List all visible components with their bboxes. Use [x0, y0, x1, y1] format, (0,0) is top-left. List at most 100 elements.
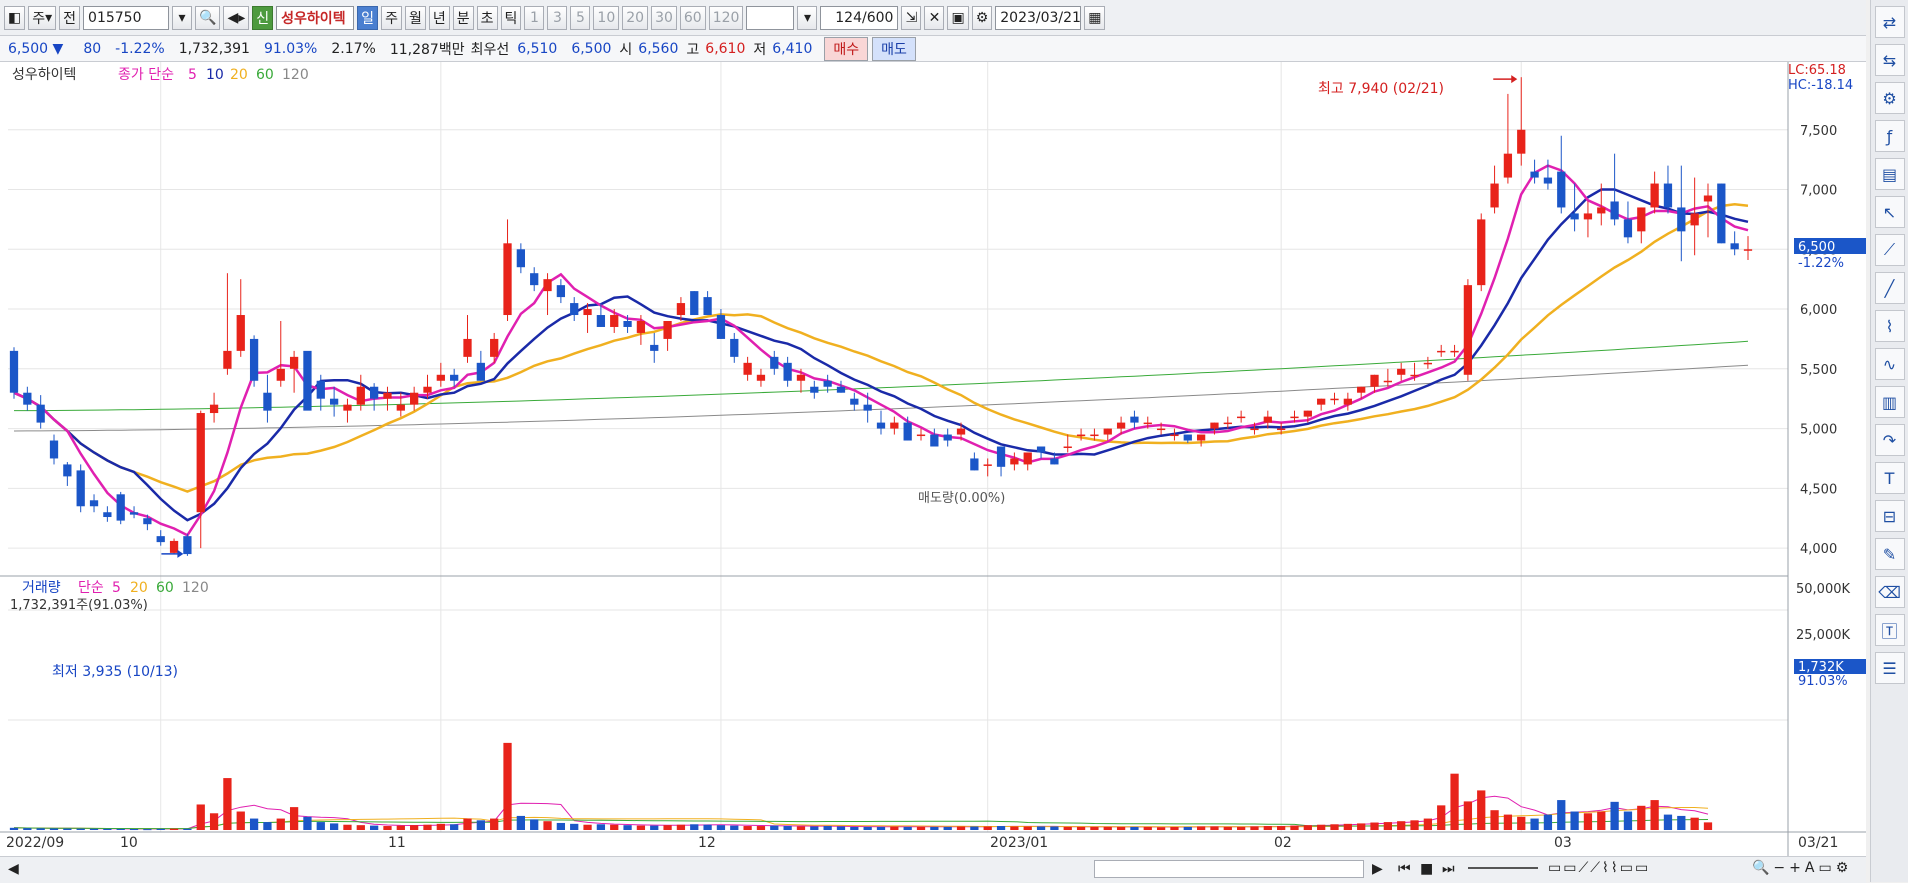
zoom-controls-icon[interactable]: 🔍−+A▭⚙ — [1752, 860, 1852, 876]
erase-all-icon[interactable]: ⌫ — [1874, 576, 1905, 608]
volume-bar — [1530, 818, 1539, 830]
volume-bar — [1517, 816, 1526, 830]
buy-button[interactable]: 매수 — [824, 36, 869, 61]
stock-code-input[interactable]: 015750 — [83, 5, 170, 30]
layout-icon[interactable]: ◧ — [4, 5, 26, 30]
tick-custom-dropdown-icon[interactable]: ▾ — [797, 5, 818, 30]
stop-icon[interactable]: ■ — [1420, 861, 1433, 877]
x-label-10: 10 — [120, 835, 138, 851]
volume-bar — [1583, 813, 1593, 830]
eraser-icon[interactable]: ✎ — [1874, 538, 1905, 570]
candle-body — [1196, 434, 1206, 441]
candle-body — [1090, 434, 1099, 437]
code-dropdown-icon[interactable]: ▾ — [172, 5, 193, 30]
period-second-tab[interactable]: 초 — [476, 5, 498, 30]
volume-bar — [690, 824, 699, 830]
period-month-tab[interactable]: 월 — [404, 5, 426, 30]
candle-body — [1076, 434, 1086, 437]
volume-bar — [903, 826, 912, 830]
candle-body — [1490, 183, 1499, 208]
settings-icon[interactable]: ⚙ — [971, 5, 993, 30]
volume-bar — [1370, 822, 1379, 830]
last-page-icon[interactable]: ⏭ — [1442, 861, 1455, 877]
compare-icon[interactable]: ⇆ — [1874, 44, 1905, 76]
trendline-icon[interactable]: ⟋ — [1874, 234, 1905, 266]
zoom-slider[interactable] — [1468, 867, 1538, 869]
prev-button[interactable]: 전 — [59, 5, 81, 30]
formula-icon[interactable]: ƒ — [1874, 120, 1905, 152]
period-day-tab[interactable]: 일 — [357, 5, 379, 30]
tick-3-button[interactable]: 3 — [547, 5, 568, 30]
candle-body — [610, 315, 619, 327]
volume-bar — [209, 813, 219, 830]
text-box-icon[interactable]: 🅃 — [1874, 614, 1905, 646]
volume-bar — [1597, 811, 1606, 830]
stock-chart[interactable]: 4,000 4,500 5,000 5,500 6,000 6,500 7,000 7,500… — [0, 62, 1866, 856]
tick-5-button[interactable]: 5 — [570, 5, 591, 30]
volume-bar — [610, 824, 619, 830]
tick-60-button[interactable]: 60 — [679, 5, 706, 30]
scroll-left-icon[interactable]: ◀ — [8, 861, 19, 877]
crosshair-icon[interactable]: ✕ — [924, 5, 945, 30]
refresh-icon[interactable]: ⇄ — [1874, 6, 1905, 38]
chart-type-icons[interactable]: ▭▭⟋⟋⌇⌇▭▭ — [1548, 860, 1650, 876]
candle-body — [316, 380, 325, 399]
sell-button[interactable]: 매도 — [872, 36, 916, 61]
search-icon[interactable]: 🔍 — [195, 5, 221, 30]
tick-120-button[interactable]: 120 — [708, 5, 744, 30]
bottom-scrollbar[interactable]: ◀ ▶ ⏮ ■ ⏭ ▭▭⟋⟋⌇⌇▭▭ 🔍−+A▭⚙ — [0, 856, 1866, 883]
volume-bar — [1490, 810, 1499, 830]
tick-1-button[interactable]: 1 — [524, 5, 545, 30]
stock-name-field[interactable]: 성우하이텍 — [276, 5, 355, 30]
period-tick-tab[interactable]: 틱 — [500, 5, 522, 30]
candle-body — [383, 392, 392, 399]
volume-bar — [1050, 826, 1059, 830]
save-icon[interactable]: ▣ — [947, 5, 969, 30]
fibonacci-icon[interactable]: ↷ — [1874, 424, 1905, 456]
count-input[interactable]: 124/600 — [820, 5, 899, 30]
volume-ratio: 91.03% — [263, 40, 318, 57]
volume-bar — [623, 825, 632, 830]
scroll-right-icon[interactable]: ▶ — [1372, 861, 1383, 877]
gear-icon[interactable]: ⚙ — [1874, 82, 1905, 114]
volume-bar — [143, 829, 152, 831]
last-volume-label: 1,732K — [1798, 660, 1844, 675]
channel-icon[interactable]: ⊟ — [1874, 500, 1905, 532]
tick-20-button[interactable]: 20 — [622, 5, 649, 30]
auto-line-icon[interactable]: ⌇ — [1874, 310, 1905, 342]
candle-body — [1650, 183, 1659, 208]
volume-bar — [1156, 827, 1166, 830]
first-page-icon[interactable]: ⏮ — [1398, 861, 1411, 877]
zoom-icon[interactable]: ⇲ — [901, 5, 922, 30]
candle-icon[interactable]: ▥ — [1874, 386, 1905, 418]
tick-10-button[interactable]: 10 — [593, 5, 620, 30]
pointer-icon[interactable]: ↖ — [1874, 196, 1905, 228]
tick-30-button[interactable]: 30 — [651, 5, 677, 30]
change-rate: -1.22% — [115, 40, 165, 57]
period-week-tab[interactable]: 주 — [381, 5, 402, 30]
volume-bar — [329, 823, 339, 830]
scroll-thumb[interactable] — [1094, 860, 1364, 878]
speaker-icon[interactable]: ◀▸ — [223, 5, 250, 30]
period-minute-tab[interactable]: 분 — [452, 5, 474, 30]
list-icon[interactable]: ☰ — [1874, 652, 1905, 684]
date-input[interactable]: 2023/03/21 — [995, 5, 1082, 30]
period-year-tab[interactable]: 년 — [428, 5, 450, 30]
volume-bar — [76, 828, 85, 830]
trade-amount: 11,287백만 — [389, 41, 465, 58]
volume-bar — [23, 828, 32, 830]
indicator-icon[interactable]: ▤ — [1874, 158, 1905, 190]
candle-body — [503, 243, 512, 316]
candle-body — [1637, 207, 1646, 232]
new-badge[interactable]: 신 — [252, 5, 274, 30]
mode-select[interactable]: 주 ▾ — [28, 5, 57, 30]
candle-body — [1397, 368, 1406, 375]
tick-custom-input[interactable] — [746, 5, 795, 30]
text-tool-icon[interactable]: T — [1874, 462, 1905, 494]
wave-icon[interactable]: ∿ — [1874, 348, 1905, 380]
candle-body — [810, 386, 819, 393]
calendar-icon[interactable]: ▦ — [1084, 5, 1106, 30]
volume-ma-120: 120 — [182, 580, 209, 596]
line-icon[interactable]: ╱ — [1874, 272, 1905, 304]
volume-bar — [1623, 811, 1633, 830]
